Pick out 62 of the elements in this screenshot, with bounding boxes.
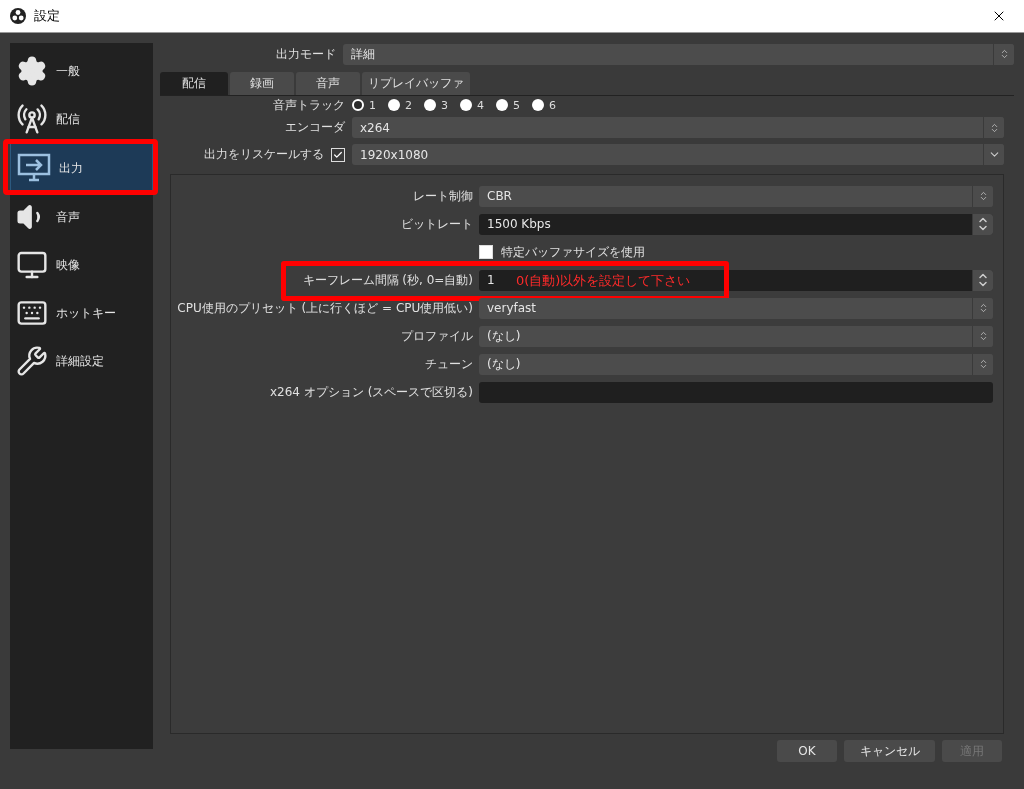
field-label: エンコーダ — [284, 119, 345, 136]
setting-label: チューン — [425, 355, 473, 373]
dropdown[interactable]: veryfast — [479, 297, 993, 319]
radio-option[interactable]: 5 — [496, 98, 520, 112]
setting-label: キーフレーム間隔 (秒, 0=自動) — [302, 271, 473, 289]
setting-label: x264 オプション (スペースで区切る) — [270, 383, 473, 401]
check-icon — [333, 149, 343, 160]
dropdown[interactable]: CBR — [479, 185, 993, 207]
sidebar-label: 配信 — [56, 110, 80, 128]
dialog-button[interactable]: キャンセル — [844, 740, 935, 762]
monitor-arrow-icon — [17, 153, 51, 183]
dropdown[interactable]: 1920x1080 — [352, 144, 1004, 165]
spin-arrows-icon[interactable] — [972, 213, 993, 235]
sidebar-label: 詳細設定 — [56, 352, 104, 370]
setting-label: レート制御 — [413, 187, 473, 205]
radio-option[interactable]: 3 — [424, 98, 448, 112]
field-label: 音声トラック — [272, 96, 345, 114]
dropdown[interactable]: x264 — [352, 117, 1004, 138]
dropdown[interactable]: 詳細 — [343, 43, 1014, 65]
field-label: 出力をリスケールする — [204, 146, 324, 163]
sidebar-label: 出力 — [59, 159, 83, 177]
setting-label: CPU使用のプリセット (上に行くほど = CPU使用低い) — [177, 299, 473, 317]
checkbox-label: 特定バッファサイズを使用 — [501, 243, 645, 261]
dropdown[interactable]: (なし) — [479, 325, 993, 347]
sidebar-label: ホットキー — [56, 304, 116, 322]
sidebar-item[interactable]: ホットキー — [10, 289, 153, 337]
spin-arrows-icon[interactable] — [983, 117, 1004, 138]
radio-option[interactable]: 6 — [532, 98, 556, 112]
dialog-button[interactable]: OK — [777, 740, 837, 762]
radio-option[interactable]: 4 — [460, 98, 484, 112]
spin-arrows-icon[interactable] — [972, 269, 993, 291]
checkbox[interactable] — [479, 245, 493, 259]
radio-option[interactable]: 2 — [388, 98, 412, 112]
input-field[interactable] — [479, 381, 993, 403]
checkbox[interactable] — [331, 147, 345, 162]
tab[interactable]: 録画 — [230, 72, 294, 95]
annotation-note: 0(自動)以外を設定して下さい — [516, 272, 691, 290]
sidebar-item[interactable]: 一般 — [10, 47, 153, 95]
sidebar-label: 音声 — [56, 208, 80, 226]
monitor-icon — [16, 249, 48, 281]
sidebar-item[interactable]: 詳細設定 — [10, 337, 153, 385]
tab[interactable]: 音声 — [296, 72, 360, 95]
antenna-icon — [16, 103, 48, 135]
dropdown[interactable]: (なし) — [479, 353, 993, 375]
sidebar-item[interactable]: 配信 — [10, 95, 153, 143]
setting-label: プロファイル — [401, 327, 473, 345]
sidebar-label: 映像 — [56, 256, 80, 274]
sidebar-item[interactable]: 音声 — [10, 193, 153, 241]
sidebar-item[interactable]: 映像 — [10, 241, 153, 289]
tab[interactable]: 配信 — [160, 72, 228, 95]
wrench-icon — [16, 345, 48, 377]
spin-arrows-icon[interactable] — [993, 43, 1014, 65]
window-title: 設定 — [34, 7, 61, 25]
field-label: 出力モード — [275, 45, 336, 63]
tab[interactable]: リプレイバッファ — [362, 72, 470, 95]
number-field[interactable]: 1500 Kbps — [479, 213, 993, 235]
app-logo-icon — [10, 8, 26, 24]
chevron-down-icon[interactable] — [983, 144, 1004, 165]
radio-option[interactable]: 1 — [352, 98, 376, 112]
sidebar-item[interactable]: 出力 — [10, 143, 153, 193]
sidebar-label: 一般 — [56, 62, 80, 80]
setting-label: ビットレート — [401, 215, 473, 233]
